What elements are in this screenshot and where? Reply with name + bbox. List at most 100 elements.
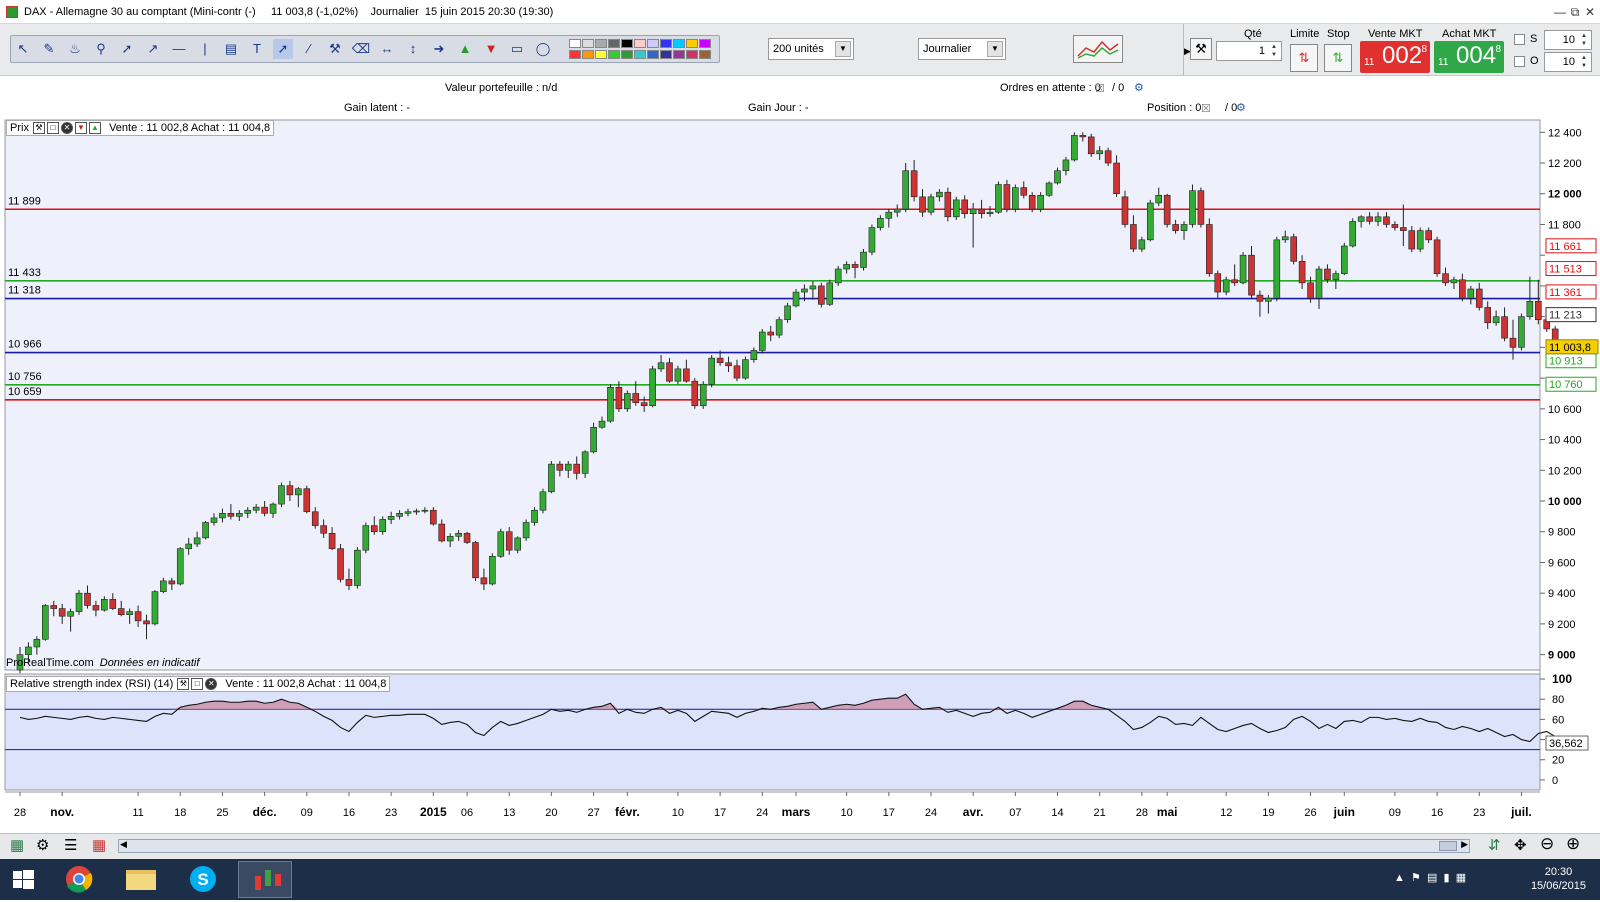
ruler-icon[interactable]: ✎	[39, 39, 59, 59]
stop-order-button[interactable]: ⇅	[1324, 44, 1352, 72]
candle[interactable]	[1197, 187, 1205, 228]
pending-settings-icon[interactable]: ⚙	[1134, 81, 1144, 94]
candle[interactable]	[1433, 236, 1441, 277]
line-icon[interactable]: ➚	[117, 39, 137, 59]
candle[interactable]	[1087, 133, 1095, 157]
candle[interactable]	[522, 519, 530, 541]
candle[interactable]	[784, 302, 791, 323]
candle[interactable]	[607, 384, 614, 423]
buy-market-button[interactable]: 11 004 8	[1434, 41, 1504, 73]
candle[interactable]	[202, 520, 209, 540]
arrow-down-icon[interactable]: ▼	[481, 39, 501, 59]
power-icon[interactable]: ▮	[1444, 872, 1450, 884]
close-icon[interactable]: ✕	[205, 678, 218, 691]
limit-order-button[interactable]: ⇅	[1290, 44, 1318, 72]
tools-icon[interactable]: ⚒	[325, 39, 345, 59]
candle[interactable]	[362, 522, 370, 554]
candle[interactable]	[354, 547, 361, 589]
arrow-up-icon[interactable]: ▲	[89, 122, 102, 135]
ellipse-icon[interactable]: ◯	[533, 39, 553, 59]
tp-spinner-icon[interactable]: ▲ ▼	[1578, 54, 1590, 70]
scroll-right-icon[interactable]: ▶	[1461, 839, 1468, 850]
candle[interactable]	[868, 224, 876, 256]
horizontal-line-icon[interactable]: —	[169, 39, 189, 59]
candle[interactable]	[1146, 199, 1154, 242]
trend-icon[interactable]: ➚	[273, 39, 293, 59]
fit-width-icon[interactable]: ↔	[377, 39, 397, 59]
wrench-icon[interactable]: ⚒	[33, 122, 46, 135]
take-profit-input[interactable]: 10 ▲ ▼	[1544, 52, 1592, 72]
candle[interactable]	[1239, 252, 1247, 285]
price-tab[interactable]: Prix	[10, 122, 29, 134]
candle[interactable]	[1037, 192, 1044, 213]
clock[interactable]: 20:30 15/06/2015	[1531, 865, 1586, 893]
take-profit-checkbox[interactable]	[1514, 56, 1525, 67]
candle[interactable]	[1273, 236, 1281, 302]
zoom-in-icon[interactable]: ⊕	[1566, 834, 1580, 854]
candle[interactable]	[1349, 218, 1357, 248]
indicators-icon[interactable]: ⚙	[36, 836, 49, 854]
stop-loss-input[interactable]: 10 ▲ ▼	[1544, 30, 1592, 50]
candle[interactable]	[952, 196, 960, 220]
candle[interactable]	[303, 485, 311, 514]
candle[interactable]	[590, 422, 597, 454]
candle[interactable]	[995, 181, 1002, 214]
timeframe-dropdown[interactable]: Journalier ▼	[918, 38, 1006, 60]
rectangle-icon[interactable]: ▭	[507, 39, 527, 59]
candle[interactable]	[539, 488, 547, 514]
candle[interactable]	[944, 187, 952, 222]
position-clear-icon[interactable]: ☒	[1201, 102, 1211, 115]
list-icon[interactable]: ☰	[64, 836, 77, 854]
candle[interactable]	[1518, 313, 1525, 351]
chart-settings-icon[interactable]: ▦	[10, 836, 24, 854]
restore-icon[interactable]: ⧉	[1567, 4, 1583, 20]
qty-input[interactable]: 1 ▲ ▼	[1216, 41, 1282, 61]
candle[interactable]	[818, 282, 825, 308]
fit-height-icon[interactable]: ↕	[403, 39, 423, 59]
candle[interactable]	[176, 547, 184, 586]
candle[interactable]	[624, 390, 631, 412]
skype-taskbar-button[interactable]: S	[176, 861, 230, 898]
candle[interactable]	[497, 528, 505, 558]
scroll-left-icon[interactable]: ◀	[120, 839, 127, 850]
text-icon[interactable]: T	[247, 39, 267, 59]
candle[interactable]	[463, 531, 471, 545]
candle[interactable]	[42, 603, 49, 641]
candle[interactable]	[1206, 218, 1213, 277]
window-icon[interactable]: □	[191, 678, 204, 691]
candle[interactable]	[742, 356, 749, 380]
chrome-taskbar-button[interactable]	[52, 861, 106, 898]
position-settings-icon[interactable]: ⚙	[1236, 101, 1246, 114]
candle[interactable]	[1416, 227, 1424, 253]
candle[interactable]	[1003, 179, 1011, 213]
candle[interactable]	[1045, 181, 1053, 197]
candle[interactable]	[834, 265, 842, 286]
candle[interactable]	[1163, 193, 1171, 228]
stop-loss-checkbox[interactable]	[1514, 34, 1525, 45]
ray-icon[interactable]: ↗	[143, 39, 163, 59]
candle[interactable]	[75, 590, 83, 615]
candle[interactable]	[775, 316, 783, 339]
arrow-right-icon[interactable]: ➜	[429, 39, 449, 59]
vertical-line-icon[interactable]: |	[195, 39, 215, 59]
bell-icon[interactable]: ♨	[65, 39, 85, 59]
scroll-thumb[interactable]	[1439, 841, 1457, 851]
arrow-down-icon[interactable]: ▼	[75, 122, 88, 135]
candle[interactable]	[1189, 184, 1196, 228]
candle[interactable]	[1340, 242, 1348, 276]
channel-icon[interactable]: ▤	[221, 39, 241, 59]
candle[interactable]	[758, 328, 766, 354]
candle[interactable]	[691, 378, 699, 409]
candle[interactable]	[489, 553, 496, 586]
explorer-taskbar-button[interactable]	[114, 861, 168, 898]
autoscale-icon[interactable]: ⇵	[1488, 836, 1501, 854]
qty-spinner-icon[interactable]: ▲ ▼	[1268, 43, 1280, 59]
window-icon[interactable]: □	[47, 122, 60, 135]
candle[interactable]	[472, 540, 479, 581]
tray-icons[interactable]: ▲ ⚑ ▤ ▮ ▦	[1394, 871, 1466, 884]
flag-icon[interactable]: ⚑	[1411, 872, 1421, 884]
pointer-icon[interactable]: ↖	[13, 39, 33, 59]
parallel-icon[interactable]: ∕	[299, 39, 319, 59]
arrow-up-icon[interactable]: ▲	[455, 39, 475, 59]
zoom-out-icon[interactable]: ⊖	[1540, 834, 1554, 854]
